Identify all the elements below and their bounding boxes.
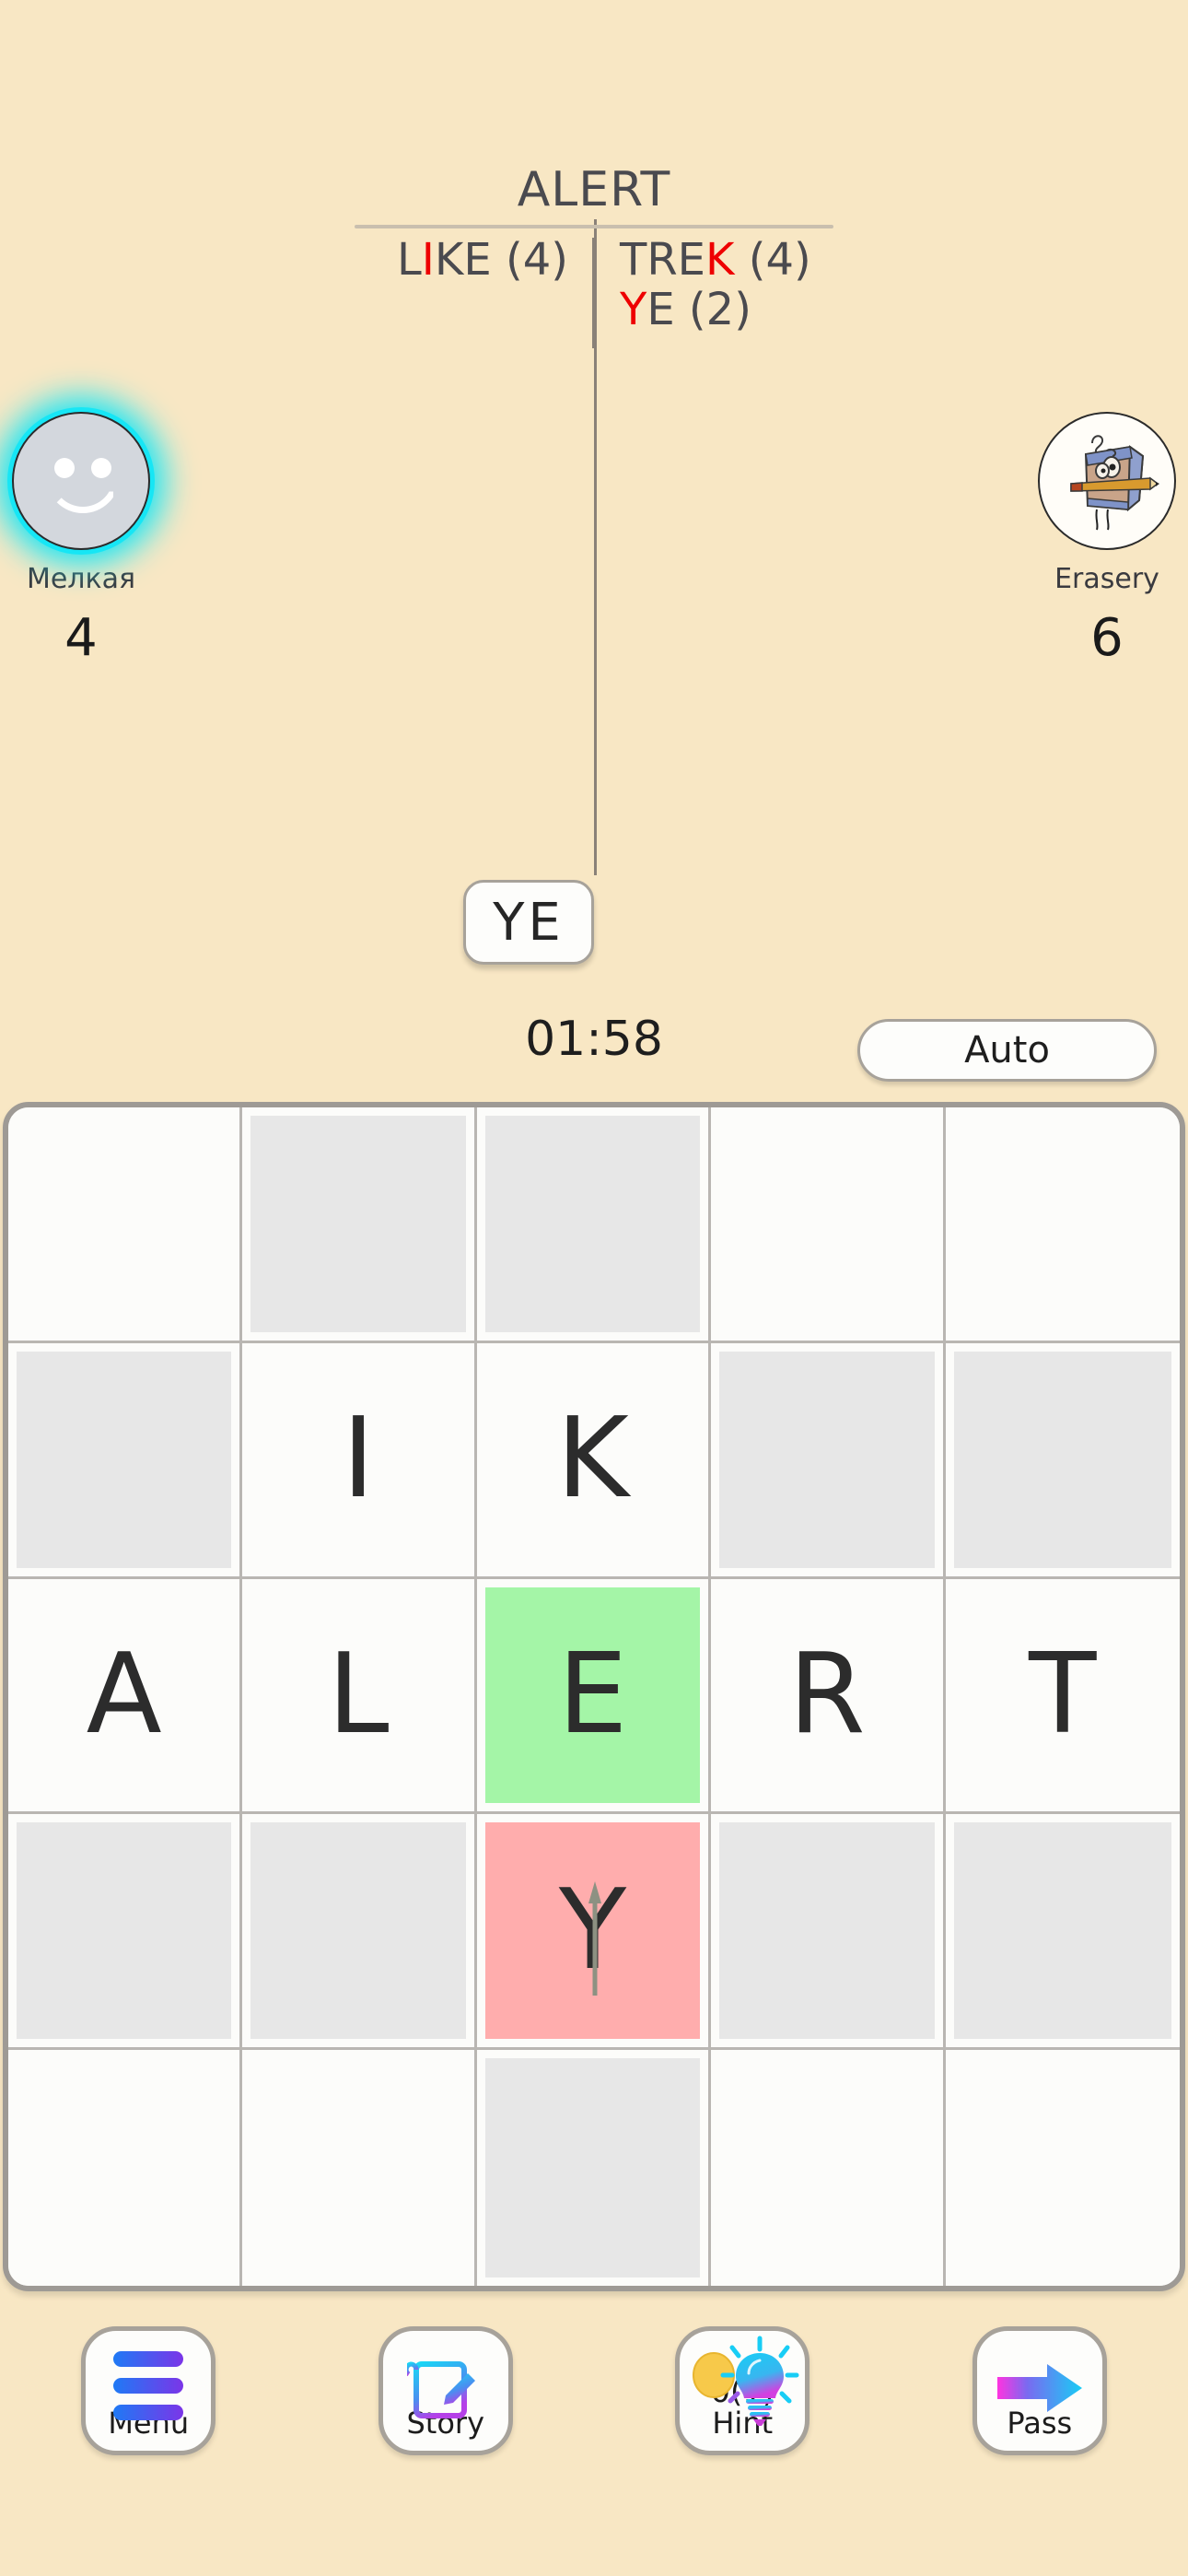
hamburger-menu-icon [113,2351,184,2420]
cell-fill [17,1822,232,2040]
cell-fill [17,1116,231,1332]
grid-cell-r3-c2[interactable]: L [242,1578,477,1815]
grid-cell-r1-c3[interactable] [476,1107,712,1343]
cell-letter: T [1029,1630,1097,1759]
letter-grid[interactable]: I K A L E R T Y [8,1107,1180,2286]
smiley-face-avatar-icon[interactable] [12,412,150,550]
cell-fill [954,2058,1171,2277]
main-word-label: ALERT [517,162,671,217]
cell-letter: L [327,1630,390,1759]
right-word-1-count: (4) [748,234,811,286]
lightbulb-icon [681,2336,809,2440]
player-left[interactable]: Мелкая 4 [0,412,201,668]
cell-letter: Y [558,1866,627,1995]
grid-cell-r4-c3[interactable]: Y [476,1814,712,2051]
player-right-name: Erasery [1054,563,1159,595]
right-word-1-highlight: K [705,234,735,286]
word-lists: LIKE (4) TREK (4) YE (2) [0,234,1188,348]
grid-cell-r5-c1[interactable] [8,2050,243,2286]
grid-cell-r1-c2[interactable] [242,1107,477,1343]
right-arrow-icon [996,2359,1084,2421]
grid-cell-r5-c4[interactable] [711,2050,946,2286]
word-info-header: ALERT LIKE (4) TREK (4) YE (2) [0,166,1188,348]
cell-fill [484,2058,701,2277]
left-word-count: (4) [506,234,568,286]
grid-cell-r1-c5[interactable] [945,1107,1180,1343]
menu-button[interactable]: Menu [81,2326,216,2455]
left-word-entry: LIKE (4) [397,234,568,286]
right-word-2-suffix: E [646,283,675,335]
left-word-highlight: I [421,234,435,286]
grid-cell-r2-c4[interactable] [711,1342,946,1579]
cell-fill [17,1351,232,1568]
right-word-list: TREK (4) YE (2) [596,234,844,335]
cell-fill [953,1351,1171,1568]
auto-button[interactable]: Auto [857,1019,1157,1082]
player-left-avatar-wrap[interactable] [12,412,150,550]
left-word-prefix: L [397,234,422,286]
grid-cell-r3-c5[interactable]: T [945,1578,1180,1815]
document-pencil-icon [403,2351,484,2432]
cell-fill [250,2058,465,2277]
header-divider [355,225,833,228]
grid-cell-r4-c1[interactable] [8,1814,243,2051]
eraser-character-drawing-icon [1070,435,1159,531]
bottom-toolbar: Menu Story Hint Pass [0,2326,1188,2492]
cell-fill [719,1822,935,2040]
cell-letter: A [86,1630,162,1759]
cell-fill [250,1822,466,2040]
grid-cell-r3-c1[interactable]: A [8,1578,243,1815]
grid-cell-r2-c1[interactable] [8,1342,243,1579]
cell-fill [719,2058,934,2277]
current-letters-tile[interactable]: YE [463,880,594,965]
grid-cell-r4-c5[interactable] [945,1814,1180,2051]
right-word-entry-2: YE (2) [620,283,751,335]
grid-cell-r2-c5[interactable] [945,1342,1180,1579]
left-word-list: LIKE (4) [344,234,592,286]
cell-fill [484,1116,701,1332]
grid-cell-r1-c1[interactable] [8,1107,243,1343]
grid-cell-r2-c3[interactable]: K [476,1342,712,1579]
right-word-1-prefix: TRE [620,234,705,286]
cell-letter: R [788,1630,866,1759]
cell-fill [954,1116,1171,1332]
eraser-character-avatar-icon[interactable] [1038,412,1176,550]
player-right-avatar-wrap[interactable] [1038,412,1176,550]
player-left-score: 4 [64,608,98,668]
cell-fill [719,1351,935,1568]
grid-cell-r4-c2[interactable] [242,1814,477,2051]
right-word-2-count: (2) [688,283,751,335]
story-button[interactable]: Story [378,2326,513,2455]
grid-cell-r1-c4[interactable] [711,1107,946,1343]
grid-cell-r4-c4[interactable] [711,1814,946,2051]
player-right[interactable]: Erasery 6 [987,412,1188,668]
cell-letter: K [556,1395,629,1524]
grid-cell-r3-c3[interactable]: E [476,1578,712,1815]
cell-fill [719,1116,934,1332]
grid-cell-r5-c5[interactable] [945,2050,1180,2286]
grid-cell-r5-c2[interactable] [242,2050,477,2286]
grid-cell-r2-c2[interactable]: I [242,1342,477,1579]
cell-letter: E [557,1630,628,1759]
hint-button[interactable]: 0(1) Hint [675,2326,810,2455]
cell-letter: I [342,1395,375,1524]
grid-cell-r3-c4[interactable]: R [711,1578,946,1815]
left-word-suffix: KE [434,234,492,286]
cell-fill [250,1116,466,1332]
cell-fill [17,2058,231,2277]
smiley-mouth-icon [46,471,120,513]
player-left-name: Мелкая [26,563,136,595]
game-board[interactable]: I K A L E R T Y [3,1102,1185,2291]
right-word-2-highlight: Y [620,283,647,335]
pass-button[interactable]: Pass [972,2326,1107,2455]
cell-fill [953,1822,1171,2040]
player-right-score: 6 [1090,608,1124,668]
right-word-entry-1: TREK (4) [620,234,811,286]
grid-cell-r5-c3[interactable] [476,2050,712,2286]
